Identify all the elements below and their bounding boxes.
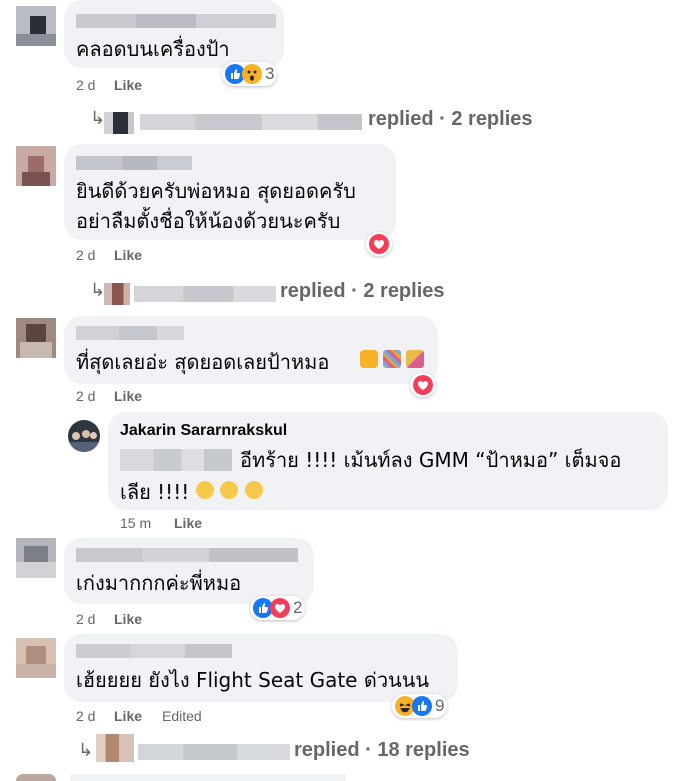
reply-avatar[interactable] xyxy=(104,283,130,305)
like-button[interactable]: Like xyxy=(174,515,202,531)
reaction-summary[interactable]: 3 xyxy=(222,62,278,86)
replier-names[interactable] xyxy=(140,114,362,130)
commenter-name[interactable] xyxy=(76,156,192,170)
reaction-count: 2 xyxy=(293,598,303,617)
like-button[interactable]: Like xyxy=(114,77,142,93)
comment-text: เก่งมากกกค่ะพี่หมอ xyxy=(76,571,242,595)
view-replies-link[interactable]: replied · 2 replies xyxy=(280,280,445,303)
commenter-name[interactable] xyxy=(76,14,276,28)
comment-text: เฮ้ยยยย ยังไง Flight Seat Gate ด่วนนน xyxy=(76,668,430,692)
comment-text: ที่สุดเลยอ่ะ สุดยอดเลยป้าหมอ xyxy=(76,350,330,374)
comment-text-line-1: ยินดีด้วยครับพ่อหมอ สุดยอดครับ xyxy=(76,179,356,203)
comment-time[interactable]: 2 d xyxy=(76,708,95,724)
like-button[interactable]: Like xyxy=(114,611,142,627)
tagged-name[interactable] xyxy=(120,449,232,471)
comment-time[interactable]: 2 d xyxy=(76,247,95,263)
reaction-summary[interactable]: 2 xyxy=(250,596,306,620)
reaction-summary[interactable]: 9 xyxy=(392,694,448,718)
like-button[interactable]: Like xyxy=(114,247,142,263)
wow-reaction-icon xyxy=(242,64,262,84)
party-emoji-icons xyxy=(360,350,425,373)
confetti-ball-icon xyxy=(383,350,402,368)
thumbs-up-icon xyxy=(360,350,378,368)
comment-text-line-2: อย่าลืมตั้งชื่อให้น้องด้วยนะครับ xyxy=(76,209,341,233)
reply-avatar[interactable] xyxy=(68,420,100,452)
reaction-summary[interactable] xyxy=(410,373,436,397)
love-reaction-icon xyxy=(413,375,433,395)
crying-face-icon xyxy=(220,481,239,499)
crying-face-icon xyxy=(196,481,214,499)
like-button[interactable]: Like xyxy=(114,708,142,724)
love-reaction-icon xyxy=(369,234,389,254)
comment-time[interactable]: 2 d xyxy=(76,611,95,627)
reply-text-line-1: อีทร้าย !!!! เม้นท์ลง GMM “ป้าหมอ” เต็มจ… xyxy=(240,448,622,472)
avatar[interactable] xyxy=(16,318,56,358)
love-reaction-icon xyxy=(270,598,290,618)
party-popper-icon xyxy=(406,350,425,368)
view-replies-link[interactable]: replied · 18 replies xyxy=(294,739,470,762)
reply-text-line-2: เลีย !!!! xyxy=(120,480,190,504)
replier-names[interactable] xyxy=(134,286,276,302)
reply-time[interactable]: 15 m xyxy=(120,515,151,531)
commenter-name[interactable] xyxy=(76,326,184,340)
comment-text: คลอดบนเครื่องป้า xyxy=(76,37,230,61)
reaction-summary[interactable] xyxy=(366,232,392,256)
comment-time[interactable]: 2 d xyxy=(76,77,95,93)
reply-arrow-icon: ↳ xyxy=(90,108,106,128)
commenter-name[interactable] xyxy=(70,774,346,781)
reply-avatar[interactable] xyxy=(104,112,134,134)
like-button[interactable]: Like xyxy=(114,388,142,404)
reaction-count: 9 xyxy=(435,696,445,715)
reaction-count: 3 xyxy=(265,64,275,83)
commenter-name[interactable] xyxy=(76,548,298,562)
crying-face-icon xyxy=(244,481,263,499)
avatar[interactable] xyxy=(16,6,56,46)
avatar[interactable] xyxy=(16,774,56,781)
reply-arrow-icon: ↳ xyxy=(78,740,94,760)
avatar[interactable] xyxy=(16,538,56,578)
avatar[interactable] xyxy=(16,638,56,678)
replier-names[interactable] xyxy=(138,744,290,760)
crying-emoji-icons xyxy=(196,481,263,504)
reply-arrow-icon: ↳ xyxy=(90,280,106,300)
commenter-name[interactable] xyxy=(76,644,232,658)
edited-label: Edited xyxy=(162,708,202,724)
view-replies-link[interactable]: replied · 2 replies xyxy=(368,108,533,131)
reply-avatar[interactable] xyxy=(96,734,134,762)
reply-author-name[interactable]: Jakarin Sararnrakskul xyxy=(120,422,287,440)
avatar[interactable] xyxy=(16,146,56,186)
comment-time[interactable]: 2 d xyxy=(76,388,95,404)
like-reaction-icon xyxy=(412,696,432,716)
